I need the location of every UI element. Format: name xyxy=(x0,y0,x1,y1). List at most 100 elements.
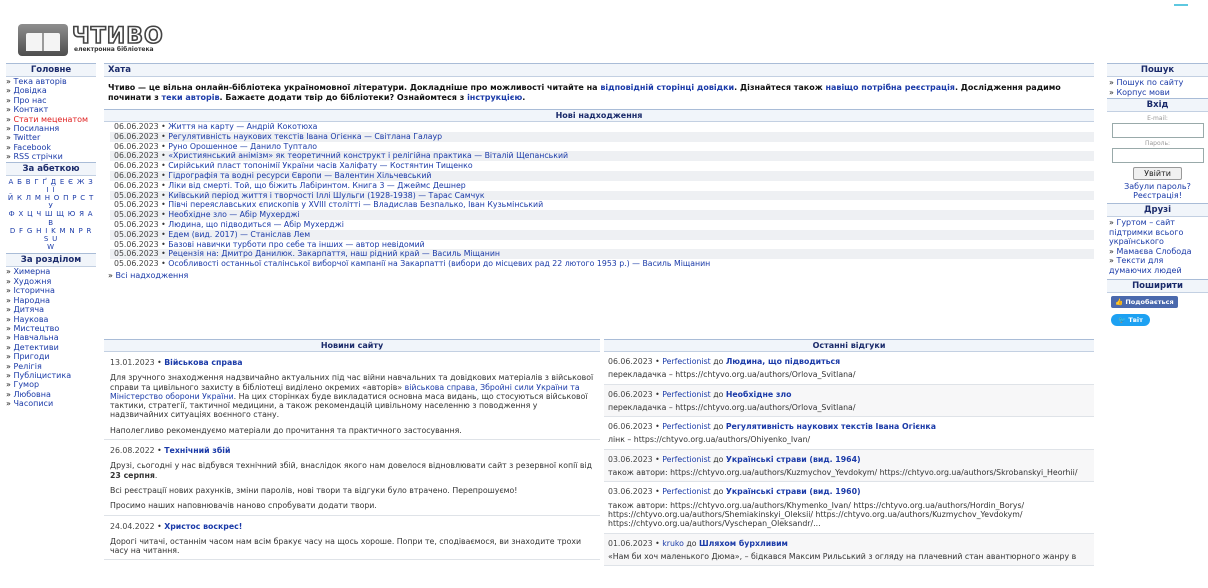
review-work-link[interactable]: Українські страви (вид. 1964) xyxy=(726,455,861,464)
section-link[interactable]: Детективи xyxy=(13,343,58,352)
sidebar-item: » Довідка xyxy=(6,86,47,96)
item-link[interactable]: «Християнський анімізм» як теоретичний к… xyxy=(168,151,568,160)
section-link[interactable]: Історична xyxy=(13,286,54,295)
review-text: також автори: https://chtyvo.org.ua/auth… xyxy=(608,500,1025,529)
register-link[interactable]: Реєстрація! xyxy=(1133,191,1182,200)
main-menu: » Тека авторів» Довідка» Про нас» Контак… xyxy=(6,77,96,162)
friend-link-hurtom[interactable]: Гуртом – сайт підтримки всього українськ… xyxy=(1109,218,1183,246)
section-link[interactable]: Релігія xyxy=(13,362,41,371)
section-link[interactable]: Наукова xyxy=(13,315,48,324)
alphabet-row[interactable]: А Б В Г Ґ Д Е Є Ж З І Ї xyxy=(6,178,96,194)
review-user-link[interactable]: Perfectionist xyxy=(662,357,710,366)
news-item: 24.04.2022 • Христос воскрес! Дорогі чит… xyxy=(104,516,600,561)
language-corpus-link[interactable]: Корпус мови xyxy=(1116,88,1169,97)
section-link[interactable]: Мистецтво xyxy=(13,324,59,333)
review-to: до xyxy=(713,487,724,497)
friend-link-sloboda[interactable]: Мамаєва Слобода xyxy=(1116,247,1191,256)
item-link[interactable]: Людина, що підводиться — Абір Мухерджі xyxy=(168,220,344,229)
item-link[interactable]: Київський період життя і творчості Іллі … xyxy=(168,191,484,200)
item-link[interactable]: Ліки від смерті. Той, що біжить Лабіринт… xyxy=(168,181,465,190)
sidebar-link[interactable]: Контакт xyxy=(13,105,48,114)
news-item-title[interactable]: Військова справа xyxy=(164,358,242,367)
item-link[interactable]: Гідрографія та водні ресурси Європи — Ва… xyxy=(168,171,431,180)
review-work-link[interactable]: Необхідне зло xyxy=(726,390,792,399)
site-logo[interactable]: ЧТИВО електронна бібліотека xyxy=(18,22,168,62)
section-item: » Наукова xyxy=(6,314,49,324)
site-search-link[interactable]: Пошук по сайту xyxy=(1116,78,1183,87)
item-link[interactable]: Рецензія на: Дмитро Данилюк. Закарпаття,… xyxy=(168,249,500,258)
password-field[interactable] xyxy=(1111,148,1204,163)
review-user-link[interactable]: Perfectionist xyxy=(662,455,710,464)
authors-link[interactable]: теки авторів xyxy=(162,93,220,102)
book-icon xyxy=(18,24,68,56)
friends-title: Друзі xyxy=(1107,203,1208,217)
sidebar-link[interactable]: Посилання xyxy=(13,124,59,133)
review-header: 03.06.2023 • Perfectionist до Українські… xyxy=(608,454,861,464)
left-sidebar: Головне » Тека авторів» Довідка» Про нас… xyxy=(6,63,96,409)
facebook-like-button[interactable]: 👍 Подобається xyxy=(1111,296,1178,308)
sidebar-link[interactable]: Довідка xyxy=(13,86,46,95)
tweet-button[interactable]: 🐦 Твіт xyxy=(1111,314,1150,326)
item-link[interactable]: Необхідне зло — Абір Мухерджі xyxy=(168,210,299,219)
item-link[interactable]: Життя на карту — Андрій Кокотюха xyxy=(168,122,317,131)
item-link[interactable]: Сирійський пласт топонімії України часів… xyxy=(168,161,472,170)
review-work-link[interactable]: Українські страви (вид. 1960) xyxy=(726,487,861,496)
review-date: 01.06.2023 xyxy=(608,538,653,548)
item-link[interactable]: Базові навички турботи про себе та інших… xyxy=(168,240,425,249)
alphabet-row[interactable]: W xyxy=(6,243,96,251)
all-new-link[interactable]: Всі надходження xyxy=(115,271,188,280)
list-item: 05.06.2023 • Базові навички турботи про … xyxy=(114,239,425,249)
sidebar-link[interactable]: Про нас xyxy=(13,96,46,105)
item-link[interactable]: Едем (вид. 2017) — Станіслав Лем xyxy=(168,230,310,239)
instruction-link[interactable]: інструкцією xyxy=(467,93,522,102)
sidebar-link[interactable]: RSS стрічки xyxy=(13,152,62,161)
review-text: перекладачка – https://chtyvo.org.ua/aut… xyxy=(608,402,856,412)
help-link[interactable]: відповідній сторінці довідки xyxy=(600,83,734,92)
section-link[interactable]: Народна xyxy=(13,296,50,305)
item-link[interactable]: Особливості останньої сталінської виборч… xyxy=(168,259,710,268)
review-work-link[interactable]: Шляхом бурхливим xyxy=(699,539,788,548)
alphabet-row[interactable]: Ф Х Ц Ч Ш Щ Ю Я А В xyxy=(6,210,96,226)
review-user-link[interactable]: Perfectionist xyxy=(662,487,710,496)
section-link[interactable]: Часописи xyxy=(13,399,53,408)
sidebar-link[interactable]: Facebook xyxy=(13,143,51,152)
news-item-title[interactable]: Технічний збій xyxy=(164,446,230,455)
forgot-password-link[interactable]: Забули пароль? xyxy=(1124,182,1191,191)
section-link[interactable]: Пригоди xyxy=(13,352,49,361)
review-work-link[interactable]: Регулятивність наукових текстів Івана Ог… xyxy=(726,422,936,431)
review-item: 06.06.2023 • Perfectionist до Регулятивн… xyxy=(604,417,1094,450)
item-link[interactable]: Півчі переяславських єпископів у XVIII с… xyxy=(168,200,543,209)
item-link[interactable]: Регулятивність наукових текстів Івана Ог… xyxy=(168,132,442,141)
review-user-link[interactable]: Perfectionist xyxy=(662,422,710,431)
friend-link-texts[interactable]: Тексти для думаючих людей xyxy=(1109,256,1182,275)
item-date: 05.06.2023 xyxy=(114,190,159,200)
review-user-link[interactable]: kruko xyxy=(662,539,684,548)
sidebar-link[interactable]: Стати меценатом xyxy=(13,115,88,124)
list-item: 06.06.2023 • Ліки від смерті. Той, що бі… xyxy=(114,180,466,190)
section-link[interactable]: Любовна xyxy=(13,390,50,399)
sidebar-link[interactable]: Twitter xyxy=(13,133,40,142)
item-date: 06.06.2023 xyxy=(114,170,159,180)
sidebar-link[interactable]: Тека авторів xyxy=(13,77,66,86)
section-link[interactable]: Гумор xyxy=(13,380,39,389)
login-button[interactable]: Увійти xyxy=(1133,167,1182,180)
item-date: 06.06.2023 xyxy=(114,180,159,190)
review-header: 06.06.2023 • Perfectionist до Регулятивн… xyxy=(608,422,936,432)
alphabet-row[interactable]: D F G H I K M N P R S U xyxy=(6,227,96,243)
section-link[interactable]: Художня xyxy=(13,277,51,286)
item-link[interactable]: Руно Орошенное — Данило Туптало xyxy=(168,142,317,151)
email-field[interactable] xyxy=(1111,123,1204,138)
review-date: 03.06.2023 xyxy=(608,487,653,497)
section-link[interactable]: Дитяча xyxy=(13,305,44,314)
alphabet-row[interactable]: Й К Л М Н О П Р С Т У xyxy=(6,194,96,210)
intro-text: Чтиво — це вільна онлайн-бібліотека укра… xyxy=(108,83,1061,102)
section-link[interactable]: Химерна xyxy=(13,267,50,276)
section-link[interactable]: Навчальна xyxy=(13,333,58,342)
review-user-link[interactable]: Perfectionist xyxy=(662,390,710,399)
news-item-title[interactable]: Христос воскрес! xyxy=(164,522,242,531)
section-link[interactable]: Публіцистика xyxy=(13,371,71,380)
logo-subtitle: електронна бібліотека xyxy=(74,46,154,53)
review-header: 06.06.2023 • Perfectionist до Необхідне … xyxy=(608,389,792,399)
review-work-link[interactable]: Людина, що підводиться xyxy=(726,357,840,366)
registration-link[interactable]: навіщо потрібна реєстрація xyxy=(825,83,955,92)
